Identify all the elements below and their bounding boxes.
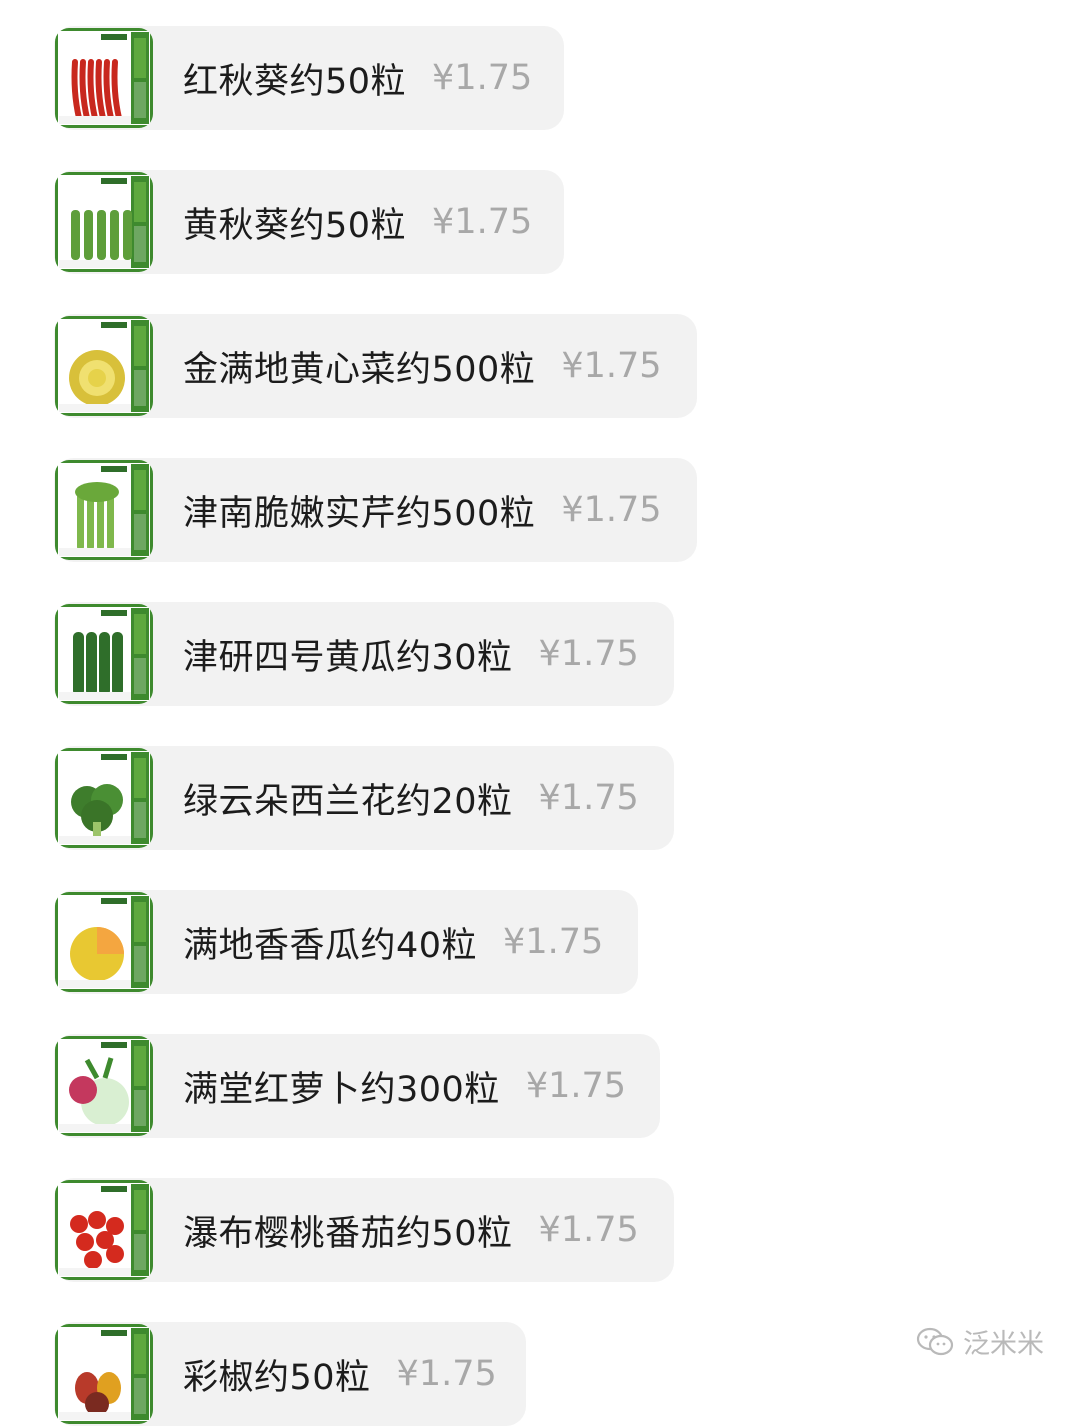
seed-packet-image (55, 1036, 153, 1136)
product-price: ¥1.75 (538, 778, 639, 818)
yellow-cabbage-seed-packet-icon (55, 316, 153, 416)
product-price: ¥1.75 (538, 634, 639, 674)
seed-packet-image (55, 28, 153, 128)
product-item[interactable]: 黄秋葵约50粒 ¥1.75 (54, 170, 564, 274)
red-okra-seed-packet-icon (55, 28, 153, 128)
seed-packet-image (55, 748, 153, 848)
product-price: ¥1.75 (561, 346, 662, 386)
seed-packet-image (55, 172, 153, 272)
cucumber-seed-packet-icon (55, 604, 153, 704)
product-name: 黄秋葵约50粒 (183, 205, 407, 246)
product-item[interactable]: 津研四号黄瓜约30粒 ¥1.75 (54, 602, 674, 706)
product-name: 满地香香瓜约40粒 (183, 925, 478, 966)
product-name: 瀑布樱桃番茄约50粒 (183, 1213, 513, 1254)
bell-pepper-seed-packet-icon (55, 1324, 153, 1424)
product-item[interactable]: 金满地黄心菜约500粒 ¥1.75 (54, 314, 697, 418)
product-item[interactable]: 绿云朵西兰花约20粒 ¥1.75 (54, 746, 674, 850)
product-item[interactable]: 彩椒约50粒 ¥1.75 (54, 1322, 526, 1426)
product-item[interactable]: 津南脆嫩实芹约500粒 ¥1.75 (54, 458, 697, 562)
product-price: ¥1.75 (525, 1066, 627, 1106)
seed-packet-image (55, 892, 153, 992)
radish-seed-packet-icon (55, 1036, 153, 1136)
product-price: ¥1.75 (432, 58, 533, 98)
cherry-tomato-seed-packet-icon (55, 1180, 153, 1280)
product-price: ¥1.75 (503, 922, 604, 962)
watermark-text: 泛米米 (963, 1329, 1044, 1360)
product-item[interactable]: 满地香香瓜约40粒 ¥1.75 (54, 890, 638, 994)
product-price: ¥1.75 (432, 202, 533, 242)
product-name: 津研四号黄瓜约30粒 (183, 637, 513, 678)
seed-packet-image (55, 1324, 153, 1424)
product-item[interactable]: 瀑布樱桃番茄约50粒 ¥1.75 (54, 1178, 674, 1282)
product-item[interactable]: 红秋葵约50粒 ¥1.75 (54, 26, 564, 130)
product-name: 满堂红萝卜约300粒 (183, 1069, 500, 1110)
product-item[interactable]: 满堂红萝卜约300粒 ¥1.75 (54, 1034, 660, 1138)
product-price: ¥1.75 (561, 490, 662, 530)
product-name: 红秋葵约50粒 (183, 61, 407, 102)
seed-packet-image (55, 604, 153, 704)
seed-packet-image (55, 1180, 153, 1280)
product-name: 津南脆嫩实芹约500粒 (183, 493, 536, 534)
melon-seed-packet-icon (55, 892, 153, 992)
watermark: 泛米米 (915, 1322, 1044, 1361)
product-name: 绿云朵西兰花约20粒 (183, 781, 513, 822)
broccoli-seed-packet-icon (55, 748, 153, 848)
product-price: ¥1.75 (396, 1354, 497, 1394)
product-name: 金满地黄心菜约500粒 (183, 349, 536, 390)
product-price: ¥1.75 (538, 1210, 639, 1250)
seed-packet-image (55, 316, 153, 416)
seed-packet-image (55, 460, 153, 560)
wechat-channel-icon (916, 1327, 954, 1355)
celery-seed-packet-icon (55, 460, 153, 560)
green-okra-seed-packet-icon (55, 172, 153, 272)
product-name: 彩椒约50粒 (183, 1357, 371, 1398)
